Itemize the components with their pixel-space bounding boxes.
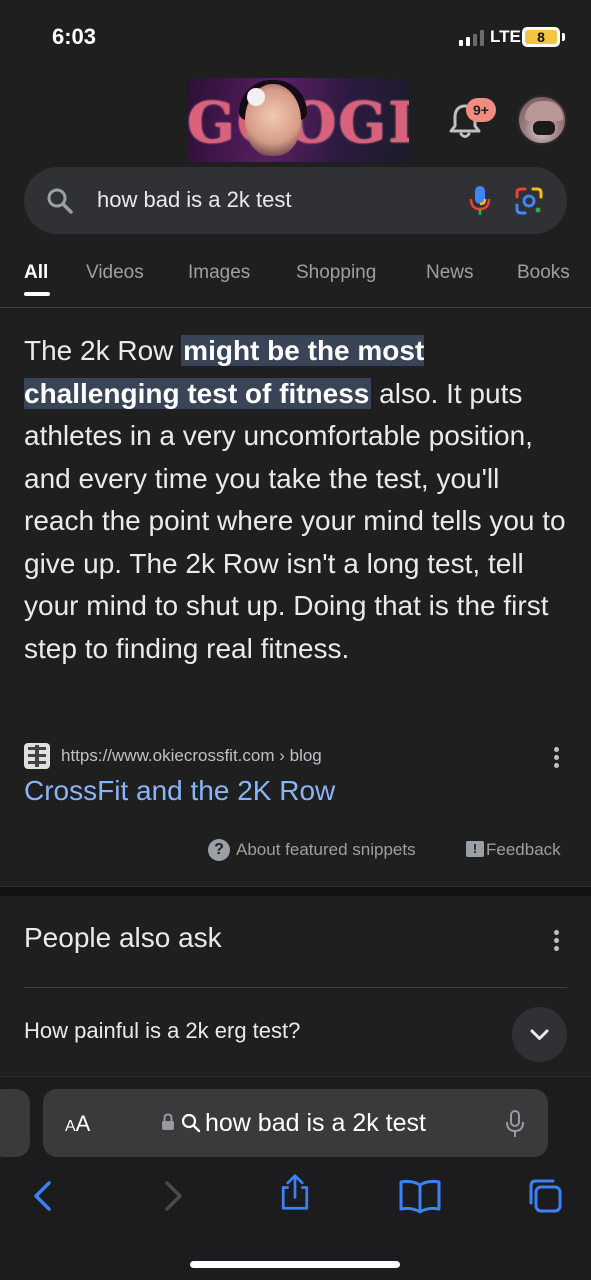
site-favicon-icon <box>24 743 50 769</box>
share-icon[interactable] <box>276 1173 314 1211</box>
paa-question[interactable]: How painful is a 2k erg test? <box>24 1018 300 1044</box>
paa-divider <box>24 987 567 988</box>
tab-images[interactable]: Images <box>188 262 250 284</box>
previous-tab-preview[interactable] <box>0 1089 30 1157</box>
address-search-icon <box>181 1113 201 1133</box>
tab-all[interactable]: All <box>24 262 48 284</box>
dictation-mic-icon[interactable] <box>505 1109 525 1139</box>
source-url[interactable]: https://www.okiecrossfit.com › blog <box>61 746 322 766</box>
address-text[interactable]: how bad is a 2k test <box>205 1109 426 1138</box>
battery-nub <box>562 33 565 41</box>
avatar[interactable] <box>517 95 567 145</box>
snippet-text-before: The 2k Row <box>24 335 182 366</box>
search-bar[interactable]: how bad is a 2k test <box>24 167 567 234</box>
address-bar[interactable]: AA how bad is a 2k test <box>43 1089 548 1157</box>
paa-more-options-icon[interactable] <box>553 930 559 952</box>
reader-options-button[interactable]: AA <box>65 1111 90 1137</box>
search-tabs: All Videos Images Shopping News Books <box>0 258 591 308</box>
result-title-link[interactable]: CrossFit and the 2K Row <box>24 775 335 807</box>
battery-level: 8 <box>537 29 545 45</box>
network-label: LTE <box>490 27 521 46</box>
search-query[interactable]: how bad is a 2k test <box>97 187 291 213</box>
chevron-down-icon[interactable] <box>512 1007 567 1062</box>
status-bar: 6:03 LTE 8 <box>0 0 591 72</box>
featured-snippet-text: The 2k Row might be the most challenging… <box>24 330 569 670</box>
browser-toolbar: AA how bad is a 2k test <box>0 1076 591 1280</box>
tab-videos[interactable]: Videos <box>86 262 144 284</box>
active-tab-indicator <box>24 292 50 296</box>
cellular-signal-icon <box>459 30 485 46</box>
aa-large: A <box>75 1111 91 1136</box>
tabs-icon[interactable] <box>526 1177 564 1215</box>
home-indicator <box>190 1261 400 1268</box>
tab-books[interactable]: Books <box>517 262 570 284</box>
snippet-source[interactable]: https://www.okiecrossfit.com › blog <box>24 742 569 772</box>
aa-small: A <box>65 1118 76 1135</box>
forward-icon[interactable] <box>153 1177 191 1215</box>
feedback-label: Feedback <box>486 840 561 859</box>
people-also-ask-heading: People also ask <box>24 922 222 953</box>
google-doodle[interactable]: GOOGLE <box>187 78 409 162</box>
voice-search-icon[interactable] <box>468 185 492 217</box>
battery-icon: 8 <box>522 27 560 47</box>
snippet-text-after: also. It puts athletes in a very uncomfo… <box>24 377 566 664</box>
lock-icon <box>162 1113 174 1130</box>
google-lens-icon[interactable] <box>514 186 544 216</box>
tab-shopping[interactable]: Shopping <box>296 262 376 284</box>
bookmarks-icon[interactable] <box>398 1177 442 1215</box>
result-more-options-icon[interactable] <box>553 747 559 769</box>
feedback-icon: ! <box>466 841 484 857</box>
status-time: 6:03 <box>52 24 97 49</box>
section-divider <box>0 886 591 896</box>
notifications-badge: 9+ <box>466 98 496 122</box>
search-icon <box>47 188 73 214</box>
back-icon[interactable] <box>25 1177 63 1215</box>
about-featured-snippets-label: About featured snippets <box>236 840 416 859</box>
help-icon: ? <box>208 839 230 861</box>
tab-news[interactable]: News <box>426 262 474 284</box>
